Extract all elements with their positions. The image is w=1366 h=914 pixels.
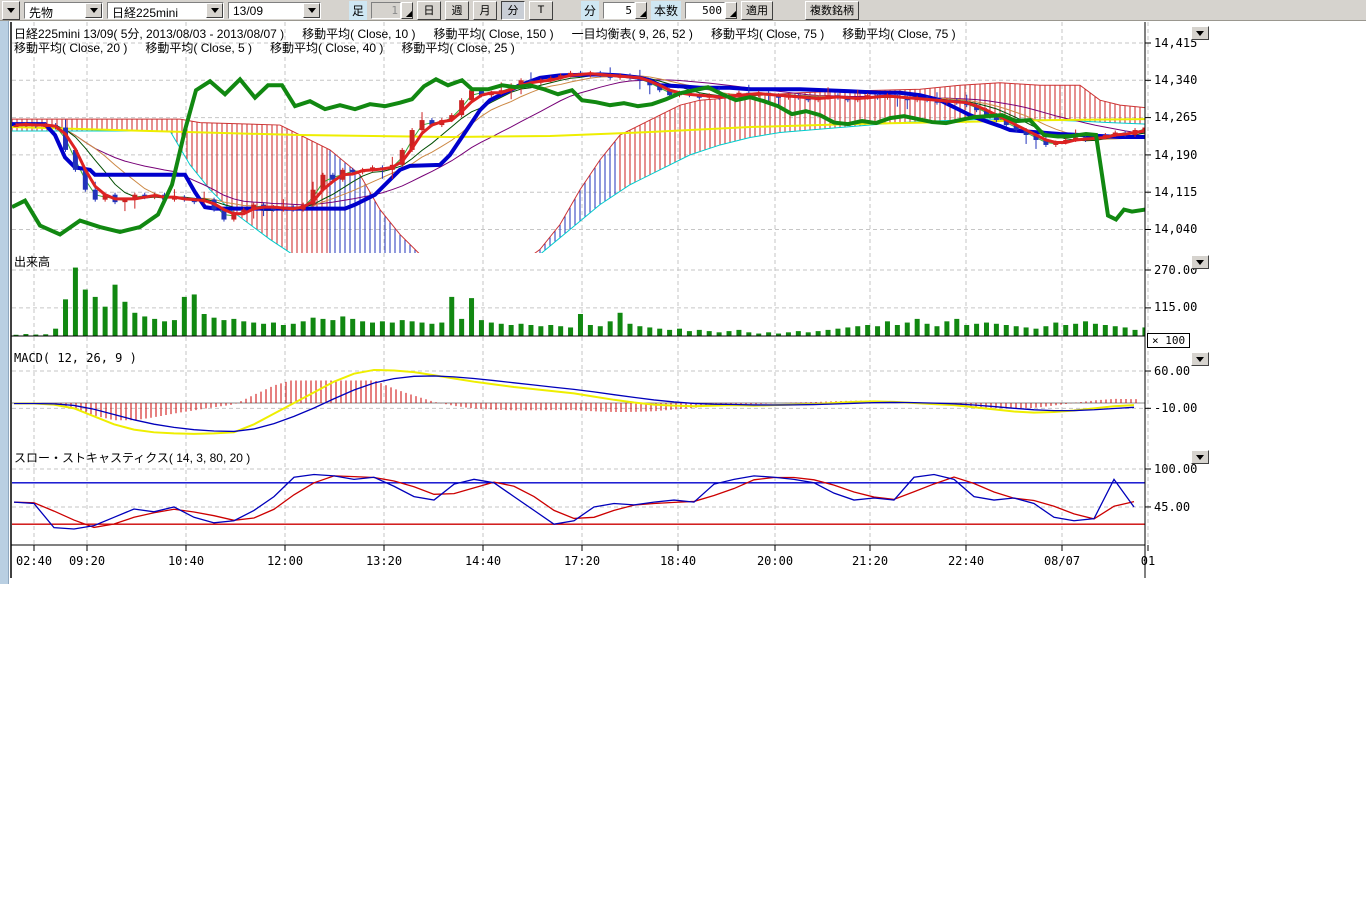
spinner-icon[interactable]: ◢	[635, 2, 647, 19]
bar-type-label: 足	[349, 1, 367, 20]
spinner-icon[interactable]: ◢	[401, 2, 413, 19]
macd-pane	[12, 370, 1145, 434]
category-select[interactable]: 先物	[24, 2, 103, 19]
contract-select[interactable]: 13/09	[228, 2, 321, 19]
multi-symbol-button[interactable]: 複数銘柄	[805, 1, 859, 20]
period-tick-button[interactable]: T	[529, 1, 553, 20]
trading-chart-window: 先物 日経225mini 13/09 足 ◢ 日 週 月 分 T 分 ◢ 本数	[0, 0, 1366, 914]
contract-value: 13/09	[229, 3, 303, 18]
chevron-down-icon[interactable]	[303, 3, 320, 18]
period-day-button[interactable]: 日	[417, 1, 441, 20]
chevron-down-icon	[1196, 260, 1204, 265]
symbol-select[interactable]: 日経225mini	[107, 2, 224, 19]
price-pane-menu-button[interactable]	[1191, 26, 1209, 40]
spinner-icon[interactable]: ◢	[725, 2, 737, 19]
chevron-down-icon	[1196, 357, 1204, 362]
chevron-down-icon	[308, 8, 316, 13]
toolbar: 先物 日経225mini 13/09 足 ◢ 日 週 月 分 T 分 ◢ 本数	[0, 0, 1366, 21]
chevron-down-icon	[7, 8, 15, 13]
bar-interval-stepper[interactable]: ◢	[371, 2, 413, 19]
bar-interval-input[interactable]	[371, 2, 401, 19]
period-month-button[interactable]: 月	[473, 1, 497, 20]
stoch-pane-menu-button[interactable]	[1191, 450, 1209, 464]
volume-multiplier-badge: × 100	[1147, 333, 1190, 348]
stoch-pane	[12, 475, 1145, 530]
bar-count-stepper[interactable]: ◢	[685, 2, 737, 19]
macd-pane-menu-button[interactable]	[1191, 352, 1209, 366]
minute-stepper[interactable]: ◢	[603, 2, 647, 19]
bar-count-input[interactable]	[685, 2, 725, 19]
price-pane	[12, 67, 1147, 301]
chevron-down-icon[interactable]	[85, 3, 102, 18]
volume-pane	[14, 268, 1148, 336]
period-minute-button[interactable]: 分	[501, 1, 525, 20]
bar-count-label: 本数	[651, 1, 681, 20]
chevron-down-icon	[1196, 31, 1204, 36]
chevron-down-icon	[211, 8, 219, 13]
period-week-button[interactable]: 週	[445, 1, 469, 20]
chart-canvas	[0, 21, 1230, 601]
minute-label: 分	[581, 1, 599, 20]
window-menu-button[interactable]	[2, 1, 20, 20]
minute-input[interactable]	[603, 2, 635, 19]
chevron-down-icon	[1196, 455, 1204, 460]
apply-button[interactable]: 適用	[741, 1, 773, 20]
category-value: 先物	[25, 3, 85, 18]
volume-pane-menu-button[interactable]	[1191, 255, 1209, 269]
symbol-value: 日経225mini	[108, 3, 206, 18]
chevron-down-icon[interactable]	[206, 3, 223, 18]
chevron-down-icon	[90, 8, 98, 13]
